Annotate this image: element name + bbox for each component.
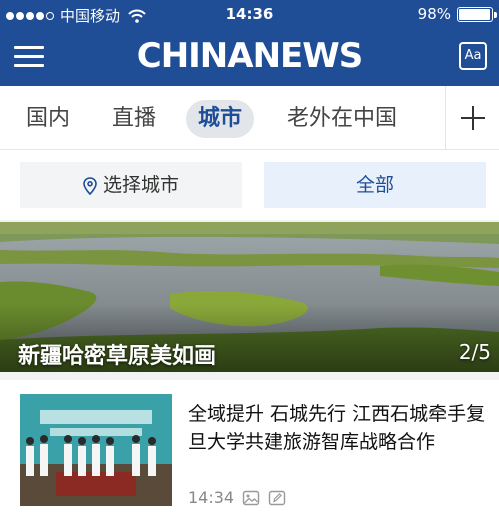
location-pin-icon — [83, 176, 97, 195]
battery-icon — [457, 6, 497, 22]
image-icon — [242, 490, 260, 505]
hero-slide[interactable]: 新疆哈密草原美如画 2/5 — [0, 222, 499, 372]
status-bar: 中国移动 14:36 98% — [0, 0, 499, 28]
status-right: 98% — [417, 5, 497, 23]
hero-caption: 新疆哈密草原美如画 — [18, 344, 217, 369]
select-city-label: 选择城市 — [102, 174, 179, 196]
tab-foreigners-in-china[interactable]: 老外在中国 — [275, 100, 409, 138]
category-tabs: 国内 直播 城市 老外在中国 — [0, 86, 499, 150]
brand-logo: CHINANEWS — [136, 36, 364, 76]
tab-city[interactable]: 城市 — [186, 100, 255, 138]
font-size-button[interactable]: Aa — [459, 42, 487, 70]
news-meta: 14:34 — [188, 488, 286, 507]
all-filter-button[interactable]: 全部 — [264, 162, 486, 208]
add-tab-button[interactable] — [445, 86, 499, 149]
news-thumbnail — [20, 394, 172, 506]
filter-bar: 选择城市 全部 — [0, 150, 499, 220]
tab-live[interactable]: 直播 — [100, 100, 168, 138]
battery-fill — [459, 8, 491, 20]
edit-icon — [268, 490, 286, 505]
app-header: CHINANEWS Aa — [0, 28, 499, 86]
select-city-button[interactable]: 选择城市 — [20, 162, 242, 208]
slide-counter: 2/5 — [458, 340, 491, 364]
news-time: 14:34 — [188, 488, 235, 507]
tab-domestic[interactable]: 国内 — [14, 100, 82, 138]
battery-percent: 98% — [417, 5, 451, 23]
news-title: 全域提升 石城先行 江西石城牵手复旦大学共建旅游智库战略合作 — [188, 403, 486, 453]
news-list-item[interactable]: 全域提升 石城先行 江西石城牵手复旦大学共建旅游智库战略合作 14:34 — [0, 380, 499, 527]
